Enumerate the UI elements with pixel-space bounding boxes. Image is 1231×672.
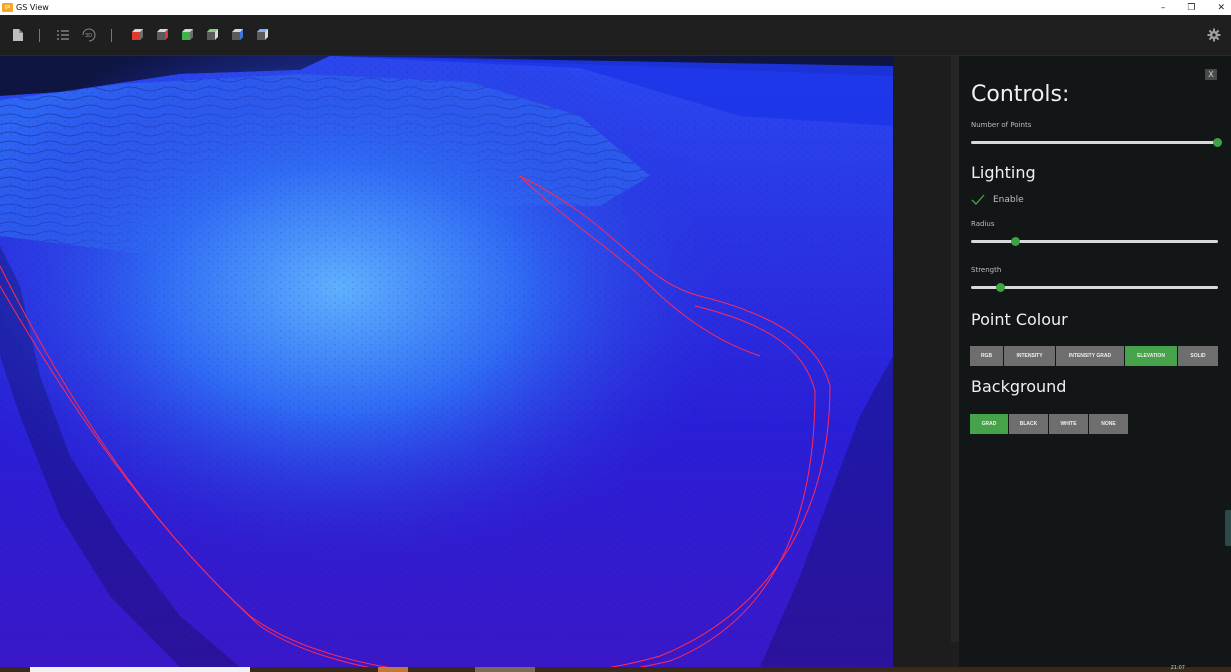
window-title: GS View — [16, 3, 49, 12]
cube-front-icon[interactable] — [130, 28, 144, 42]
list-icon[interactable] — [56, 28, 70, 42]
taskbar-clock: 21:07 — [1170, 665, 1185, 671]
title-bar: gs GS View – ❐ ✕ — [0, 0, 1231, 15]
background-none-button[interactable]: NONE — [1089, 414, 1128, 434]
cube-back-icon[interactable] — [230, 28, 244, 42]
file-icon[interactable] — [11, 28, 25, 42]
number-of-points-thumb[interactable] — [1213, 138, 1222, 147]
close-panel-button[interactable]: X — [1205, 69, 1217, 80]
side-tab-handle[interactable] — [1225, 510, 1231, 546]
number-of-points-slider[interactable] — [971, 138, 1222, 147]
taskbar-search[interactable] — [30, 667, 250, 672]
cube-top-icon[interactable] — [205, 28, 219, 42]
point-colour-elevation-button[interactable]: ELEVATION — [1125, 346, 1177, 366]
3d-label: 3D — [85, 33, 92, 39]
viewport-margin — [893, 56, 951, 667]
point-colour-intensity-button[interactable]: INTENSITY — [1004, 346, 1055, 366]
panel-splitter[interactable] — [951, 56, 959, 642]
toolbar-separator — [39, 29, 40, 42]
app-logo-icon: gs — [2, 3, 13, 12]
minimize-button[interactable]: – — [1161, 3, 1166, 13]
point-colour-intensity-grad-button[interactable]: INTENSITY GRAD — [1056, 346, 1124, 366]
strength-label: Strength — [971, 266, 1002, 274]
lighting-title: Lighting — [971, 163, 1036, 182]
window-controls: – ❐ ✕ — [1161, 0, 1225, 15]
toolbar-separator — [111, 29, 112, 42]
lighting-enable-checkbox[interactable]: Enable — [971, 194, 1024, 206]
background-title: Background — [971, 377, 1067, 396]
background-black-button[interactable]: BLACK — [1009, 414, 1048, 434]
lighting-enable-label: Enable — [993, 195, 1024, 205]
taskbar-app[interactable] — [475, 667, 535, 672]
taskbar: 21:07 — [0, 665, 1231, 672]
strength-slider[interactable] — [971, 283, 1218, 292]
point-colour-rgb-button[interactable]: RGB — [970, 346, 1003, 366]
background-white-button[interactable]: WHITE — [1049, 414, 1088, 434]
point-colour-options: RGB INTENSITY INTENSITY GRAD ELEVATION S… — [970, 346, 1218, 366]
radius-thumb[interactable] — [1011, 237, 1020, 246]
3d-icon[interactable]: 3D — [80, 26, 97, 43]
checkmark-icon — [971, 194, 985, 205]
radius-label: Radius — [971, 220, 995, 228]
restore-button[interactable]: ❐ — [1187, 3, 1195, 13]
point-colour-title: Point Colour — [971, 310, 1068, 329]
strength-thumb[interactable] — [996, 283, 1005, 292]
background-grad-button[interactable]: GRAD — [970, 414, 1008, 434]
close-window-button[interactable]: ✕ — [1217, 3, 1225, 13]
point-colour-solid-button[interactable]: SOLID — [1178, 346, 1218, 366]
point-cloud-viewport[interactable] — [0, 56, 893, 667]
cube-left-icon[interactable] — [155, 28, 169, 42]
cube-bottom-icon[interactable] — [255, 28, 269, 42]
controls-title: Controls: — [971, 82, 1070, 107]
terrain-render — [0, 56, 893, 667]
radius-slider[interactable] — [971, 237, 1218, 246]
taskbar-app[interactable] — [378, 667, 408, 672]
number-of-points-label: Number of Points — [971, 121, 1032, 129]
cube-right-icon[interactable] — [180, 28, 194, 42]
background-options: GRAD BLACK WHITE NONE — [970, 414, 1128, 434]
controls-panel: X Controls: Number of Points Lighting En… — [959, 56, 1231, 667]
settings-icon[interactable] — [1207, 28, 1221, 42]
toolbar: 3D — [0, 15, 1231, 56]
